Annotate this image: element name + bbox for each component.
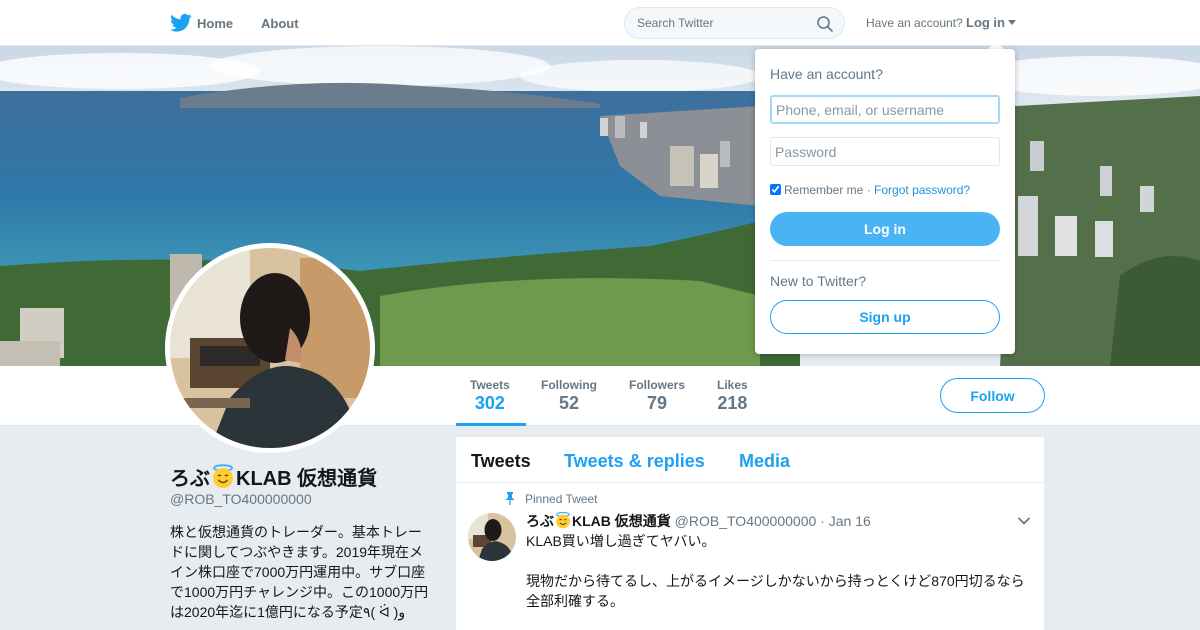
username-field[interactable] xyxy=(770,95,1000,124)
tab-media[interactable]: Media xyxy=(739,451,790,472)
timeline: Tweets Tweets & replies Media Pinned Twe… xyxy=(456,437,1044,630)
stat-label: Likes xyxy=(717,378,748,392)
tweet-text: KLAB買い増し過ぎてヤバい。 現物だから待てるし、上がるイメージしかないから持… xyxy=(526,531,1031,611)
profile-name-part2: KLAB 仮想通貨 xyxy=(236,468,378,490)
new-to-twitter-text: New to Twitter? xyxy=(770,273,867,289)
stat-likes[interactable]: Likes 218 xyxy=(717,378,748,414)
search-input[interactable]: Search Twitter xyxy=(637,16,713,30)
tweet-avatar-photo xyxy=(468,513,516,561)
tweet-avatar[interactable] xyxy=(468,513,516,561)
tweet-header: ろぶ KLAB 仮想通貨 @ROB_TO400000000 · Jan 16 xyxy=(526,511,871,531)
stat-value: 52 xyxy=(558,393,580,413)
tweet-author-name-part1: ろぶ xyxy=(526,513,554,529)
pin-icon xyxy=(505,492,515,505)
timeline-tabs: Tweets Tweets & replies Media xyxy=(456,437,1044,483)
pinned-tweet-label: Pinned Tweet xyxy=(525,492,598,506)
stat-tweets[interactable]: Tweets 302 xyxy=(470,378,510,414)
search-icon[interactable] xyxy=(816,15,834,33)
login-button[interactable]: Log in xyxy=(770,212,1000,246)
stat-label: Tweets xyxy=(470,378,510,392)
profile-bio: 株と仮想通貨のトレーダー。基本トレードに関してつぶやきます。2019年現在メイン… xyxy=(170,524,429,620)
search-box[interactable]: Search Twitter xyxy=(624,7,845,39)
nav-home-link[interactable]: Home xyxy=(197,16,233,31)
tab-tweets[interactable]: Tweets xyxy=(471,451,531,472)
halo-emoji-icon xyxy=(556,511,570,529)
tweet-text-line: 現物だから待てるし、上がるイメージしかないから持っとくけど870円切るなら全部利… xyxy=(526,573,1025,609)
forgot-password-link[interactable]: Forgot password? xyxy=(874,183,970,197)
tweet-text-line: KLAB買い増し過ぎてヤバい。 xyxy=(526,533,716,549)
avatar-photo xyxy=(170,248,370,448)
tweet-separator: · xyxy=(820,513,825,529)
signup-button[interactable]: Sign up xyxy=(770,300,1000,334)
stat-value: 218 xyxy=(717,393,748,413)
login-menu-link[interactable]: Log in xyxy=(966,15,1016,30)
stat-label: Followers xyxy=(629,378,686,392)
profile-avatar[interactable] xyxy=(165,243,375,453)
chevron-down-icon[interactable] xyxy=(1017,516,1031,526)
tweet-date[interactable]: Jan 16 xyxy=(829,513,871,529)
tweet-author-name-part2: KLAB 仮想通貨 xyxy=(572,513,671,529)
dropdown-divider xyxy=(770,260,1000,261)
profile-name-part1: ろぶ xyxy=(170,468,210,490)
tweet-text-gap xyxy=(526,551,1031,571)
remember-me-label[interactable]: Remember me xyxy=(784,183,863,197)
password-field[interactable] xyxy=(770,137,1000,166)
stat-following[interactable]: Following 52 xyxy=(541,378,597,414)
remember-me-row: Remember me · Forgot password? xyxy=(770,183,970,197)
remember-separator: · xyxy=(866,183,871,197)
top-navigation: Home About Search Twitter Have an accoun… xyxy=(0,0,1200,46)
halo-emoji-icon xyxy=(213,464,233,488)
nav-about-link[interactable]: About xyxy=(261,16,299,31)
tab-tweets-replies[interactable]: Tweets & replies xyxy=(564,451,705,472)
profile-handle[interactable]: @ROB_TO400000000 xyxy=(170,491,312,507)
profile-name[interactable]: ろぶ KLAB 仮想通貨 xyxy=(170,462,377,491)
have-account-text: Have an account? xyxy=(866,16,963,30)
active-stat-underline xyxy=(456,423,526,426)
tweet-author-handle[interactable]: @ROB_TO400000000 xyxy=(675,513,817,529)
stat-value: 79 xyxy=(646,393,668,413)
login-dropdown: Have an account? Remember me · Forgot pa… xyxy=(755,49,1015,354)
stat-value: 302 xyxy=(474,393,505,413)
follow-button[interactable]: Follow xyxy=(940,378,1045,413)
caret-down-icon[interactable] xyxy=(1008,20,1016,25)
login-link-label[interactable]: Log in xyxy=(966,15,1005,30)
stat-followers[interactable]: Followers 79 xyxy=(629,378,685,414)
stat-label: Following xyxy=(541,378,597,392)
dropdown-title: Have an account? xyxy=(770,66,883,82)
remember-me-checkbox[interactable] xyxy=(770,184,781,195)
twitter-bird-icon[interactable] xyxy=(170,13,192,33)
tweet-author-name[interactable]: ろぶ KLAB 仮想通貨 xyxy=(526,511,671,529)
